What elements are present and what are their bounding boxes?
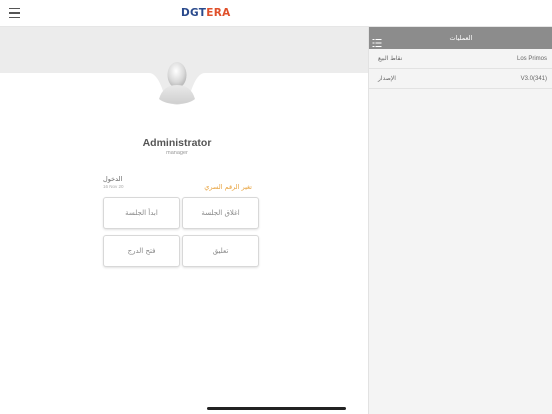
user-role: manager: [166, 150, 188, 156]
list-item-value: Los Primos: [516, 56, 547, 62]
hamburger-menu-icon[interactable]: [9, 8, 20, 18]
list-settings-icon[interactable]: [372, 33, 382, 47]
user-name: Administrator: [142, 137, 212, 149]
list-item[interactable]: الإصدار V3.0(341): [369, 69, 552, 89]
change-pin-link[interactable]: تغير الرقم السري: [180, 183, 252, 191]
login-label: الدخول: [103, 175, 123, 183]
operations-title: العمليات: [449, 34, 473, 42]
app-logo: DGT ERA: [181, 7, 237, 19]
home-indicator[interactable]: [207, 407, 346, 410]
list-item[interactable]: نقاط البيع Los Primos: [369, 49, 552, 69]
top-bar: DGT ERA: [0, 0, 552, 27]
user-avatar-icon: [145, 57, 209, 107]
list-item-label: الإصدار: [378, 75, 396, 82]
open-drawer-button[interactable]: فتح الدرج: [103, 235, 180, 267]
start-session-button[interactable]: ابدأ الجلسة: [103, 197, 180, 229]
login-date: 16 Nov 20: [103, 184, 124, 189]
close-session-button[interactable]: اغلاق الجلسة: [182, 197, 259, 229]
suspend-button[interactable]: تعليق: [182, 235, 259, 267]
operations-header: العمليات: [369, 27, 552, 49]
logo-text-part1: DGT: [181, 7, 207, 19]
operations-panel: العمليات نقاط البيع Los Primos الإصدار V…: [368, 27, 552, 414]
list-item-value: V3.0(341): [520, 76, 547, 82]
list-item-label: نقاط البيع: [378, 55, 403, 62]
main-content: Administrator manager الدخول 16 Nov 20 ت…: [0, 27, 368, 414]
logo-text-part2: ERA: [206, 7, 231, 19]
